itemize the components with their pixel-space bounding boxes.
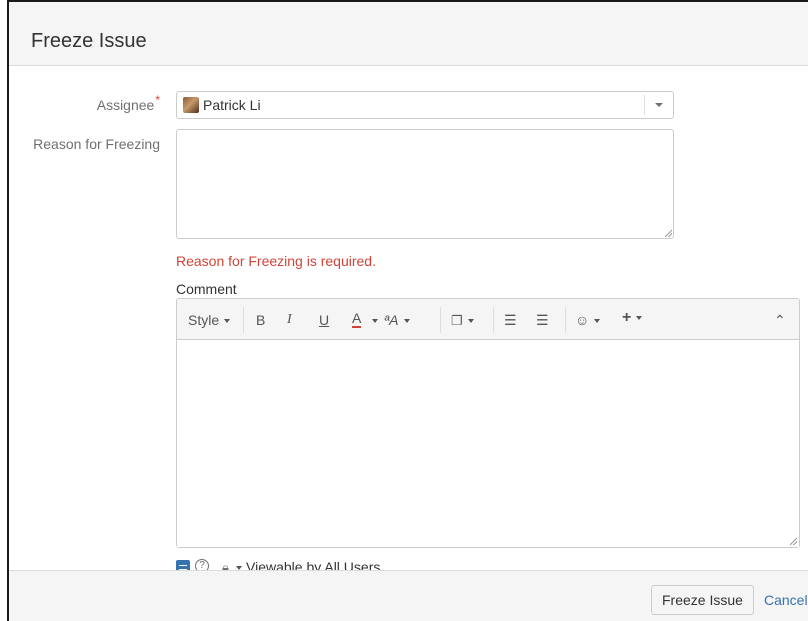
link-icon: ❐ xyxy=(451,313,463,328)
assignee-label-text: Assignee xyxy=(96,97,155,113)
resize-handle-icon[interactable] xyxy=(790,538,797,545)
user-avatar xyxy=(183,97,199,113)
assignee-label: Assignee* xyxy=(96,93,160,113)
dialog-footer: Freeze Issue Cancel xyxy=(9,570,808,621)
link-dropdown[interactable]: ❐ xyxy=(451,311,474,330)
dialog-title: Freeze Issue xyxy=(31,30,147,52)
toolbar-separator xyxy=(440,307,441,333)
insert-dropdown[interactable]: + xyxy=(622,309,642,327)
comment-label: Comment xyxy=(176,281,237,297)
bullet-list-button[interactable]: ☰ xyxy=(504,311,517,329)
more-formatting-dropdown[interactable]: ªA xyxy=(384,311,410,329)
reason-error-message: Reason for Freezing is required. xyxy=(176,253,376,269)
select-divider xyxy=(644,95,645,115)
chevron-down-icon[interactable] xyxy=(655,103,663,107)
text-color-dropdown[interactable] xyxy=(367,311,378,329)
toolbar-separator xyxy=(243,307,244,333)
collapse-toolbar-button[interactable]: ⌃ xyxy=(774,311,786,329)
assignee-value: Patrick Li xyxy=(203,97,261,113)
reason-textarea[interactable] xyxy=(176,129,674,239)
required-marker: * xyxy=(155,93,160,107)
freeze-issue-button[interactable]: Freeze Issue xyxy=(651,585,754,615)
dialog-header: Freeze Issue xyxy=(9,2,808,66)
emoticon-dropdown[interactable]: ☺ xyxy=(575,311,600,329)
underline-button[interactable]: U xyxy=(319,311,329,329)
toolbar-separator xyxy=(565,307,566,333)
bold-button[interactable]: B xyxy=(256,311,265,329)
cancel-link[interactable]: Cancel xyxy=(764,592,808,608)
resize-handle-icon[interactable] xyxy=(665,230,672,237)
style-dropdown[interactable]: Style xyxy=(188,311,230,329)
italic-button[interactable]: I xyxy=(287,311,292,329)
assignee-select[interactable]: Patrick Li xyxy=(176,91,674,119)
comment-editor: Style B I U A ªA ❐ ☰ ☰ ☺ + ⌃ xyxy=(176,298,800,548)
toolbar-separator xyxy=(493,307,494,333)
numbered-list-icon: ☰ xyxy=(536,312,549,328)
emoticon-icon: ☺ xyxy=(575,312,590,328)
editor-toolbar: Style B I U A ªA ❐ ☰ ☰ ☺ + ⌃ xyxy=(177,299,799,340)
bullet-list-icon: ☰ xyxy=(504,312,517,328)
reason-label: Reason for Freezing xyxy=(33,136,160,152)
text-color-button[interactable]: A xyxy=(352,311,362,328)
freeze-issue-dialog: Freeze Issue Assignee* Patrick Li Reason… xyxy=(7,0,808,621)
numbered-list-button[interactable]: ☰ xyxy=(536,311,549,329)
comment-textarea[interactable] xyxy=(177,341,799,547)
